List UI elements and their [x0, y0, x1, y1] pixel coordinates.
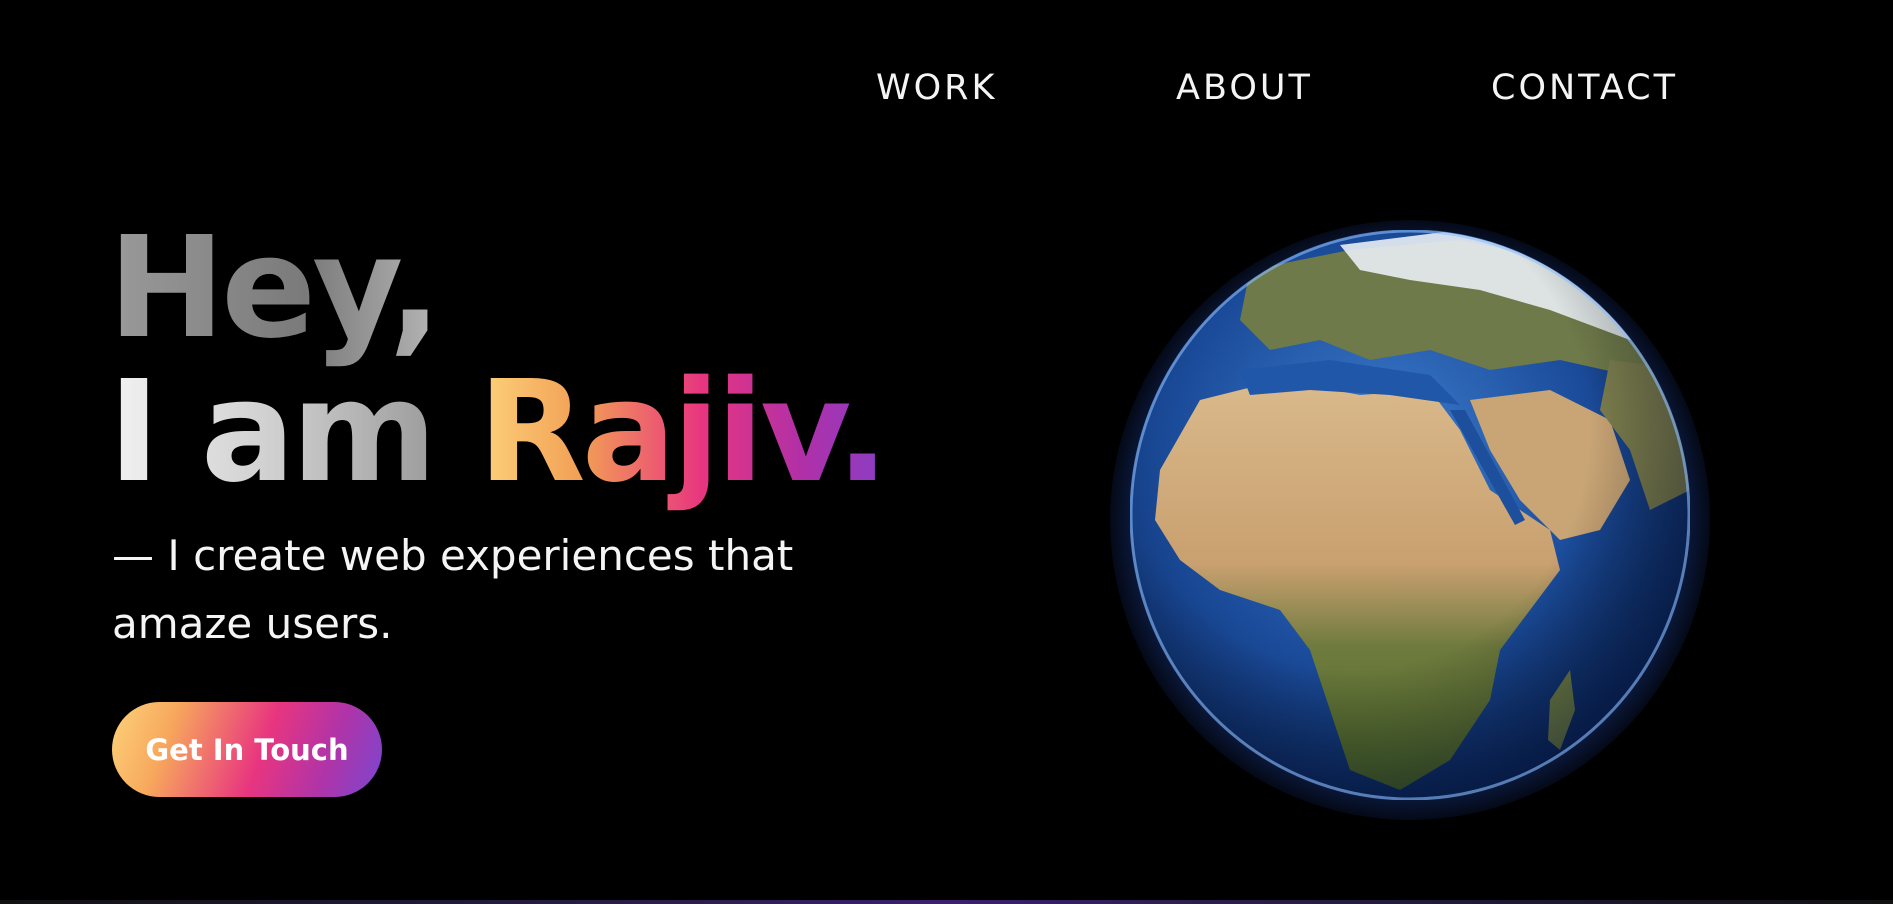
earth-globe — [1090, 200, 1730, 840]
nav-link-work[interactable]: WORK — [876, 64, 997, 112]
hero-heading-line-1: Hey, — [108, 214, 442, 364]
hero-intro-text: I am — [108, 351, 478, 514]
earth-globe-icon — [1130, 230, 1690, 800]
bottom-accent-line — [0, 900, 1893, 904]
hero-name: Rajiv. — [477, 351, 889, 514]
hero-greeting: Hey, — [108, 207, 442, 370]
nav-link-contact[interactable]: CONTACT — [1491, 64, 1678, 112]
get-in-touch-button[interactable]: Get In Touch — [112, 702, 382, 797]
hero-heading-line-2: I am Rajiv. — [108, 358, 889, 508]
nav-link-about[interactable]: ABOUT — [1176, 64, 1313, 112]
main-nav: WORK ABOUT CONTACT — [0, 64, 1893, 112]
hero-tagline: — I create web experiences that amaze us… — [112, 531, 794, 648]
